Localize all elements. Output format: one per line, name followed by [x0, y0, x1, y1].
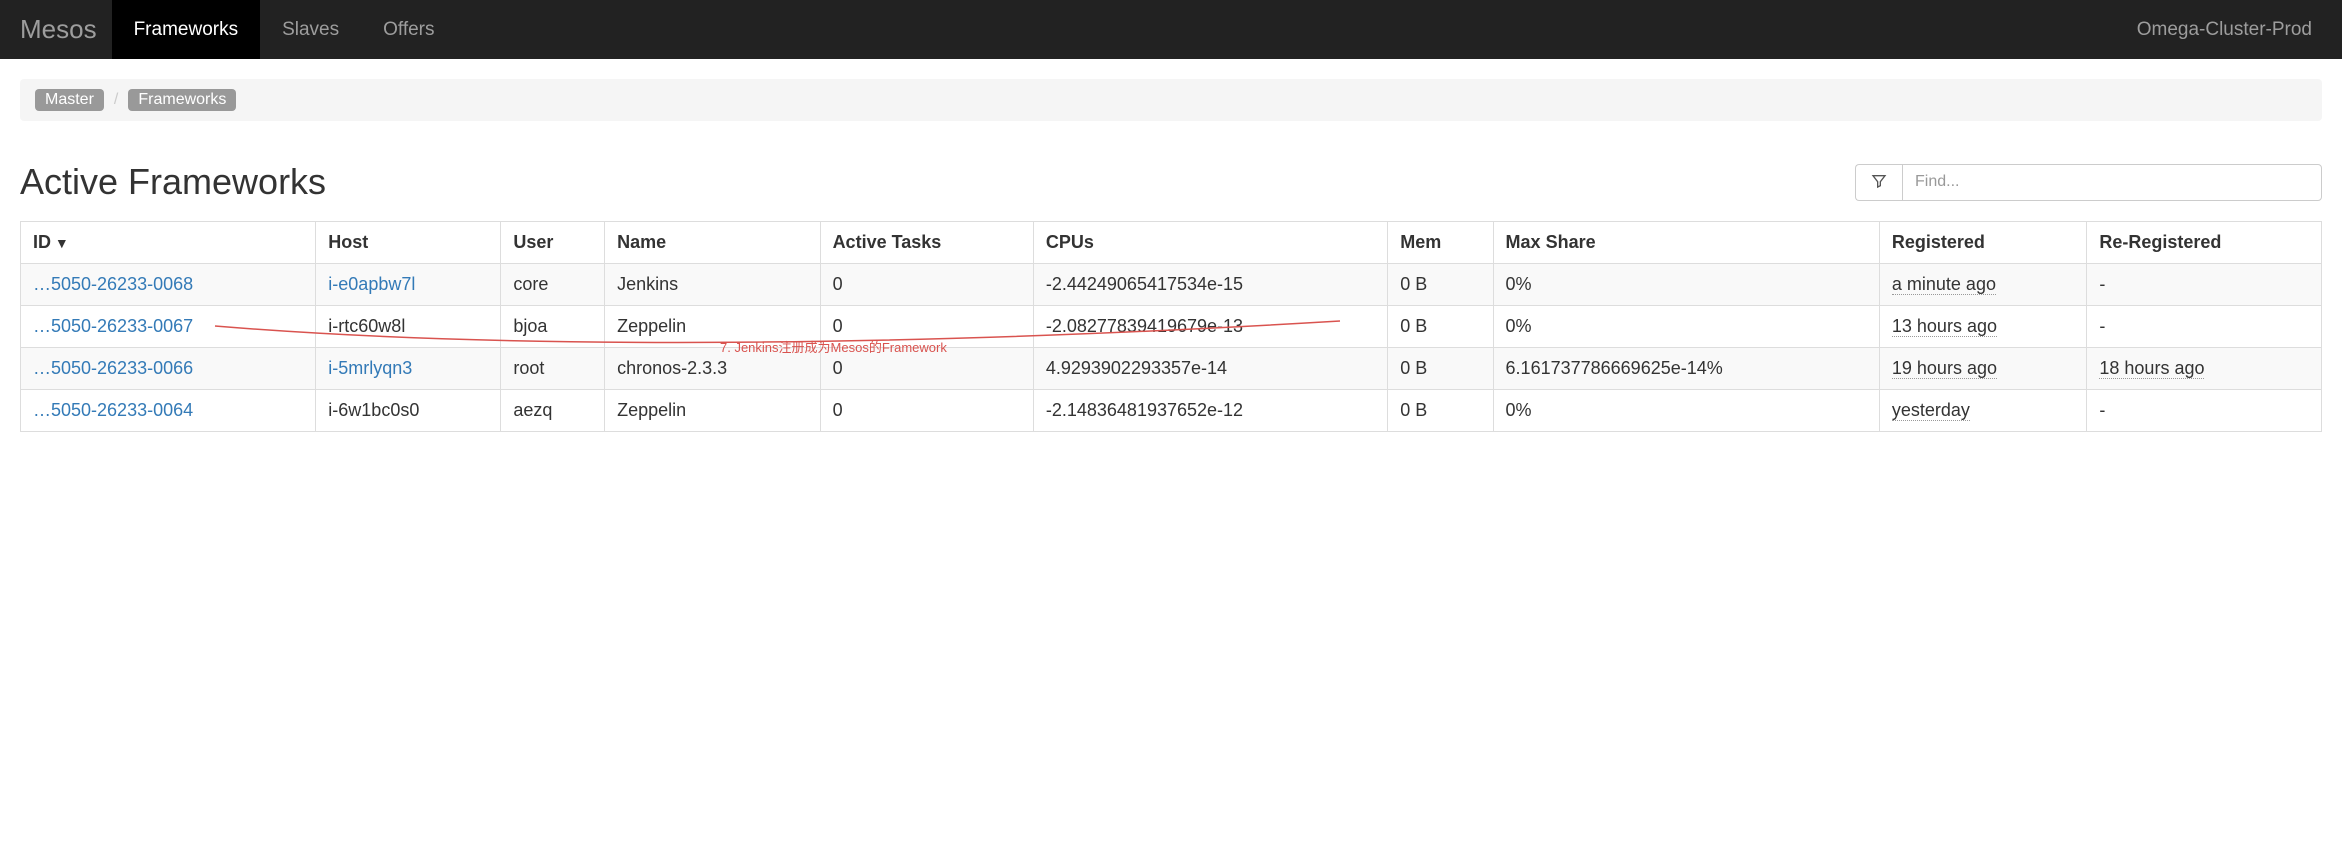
filter-button[interactable] — [1855, 164, 1902, 201]
col-registered[interactable]: Registered — [1879, 222, 2087, 264]
col-max-share[interactable]: Max Share — [1493, 222, 1879, 264]
nav-item-frameworks[interactable]: Frameworks — [112, 0, 261, 59]
brand-link[interactable]: Mesos — [20, 0, 112, 59]
host-text: i-rtc60w8l — [328, 316, 405, 336]
cell: i-6w1bc0s0 — [316, 390, 501, 432]
max-share-cell: 0% — [1493, 390, 1879, 432]
active-tasks-cell: 0 — [820, 264, 1033, 306]
nav-link[interactable]: Offers — [361, 0, 456, 59]
registered-time: 13 hours ago — [1892, 316, 1997, 337]
search-input[interactable] — [1902, 164, 2322, 201]
framework-id-link[interactable]: …5050-26233-0066 — [33, 358, 193, 378]
col-re-registered[interactable]: Re-Registered — [2087, 222, 2322, 264]
nav-link[interactable]: Frameworks — [112, 0, 261, 59]
frameworks-table: ID Host User Name Active Tasks CPUs Mem … — [20, 221, 2322, 432]
filter-icon — [1871, 173, 1887, 192]
cell: - — [2087, 264, 2322, 306]
name-cell: Zeppelin — [605, 390, 820, 432]
framework-id-link[interactable]: …5050-26233-0067 — [33, 316, 193, 336]
mem-cell: 0 B — [1388, 348, 1493, 390]
cell: …5050-26233-0066 — [21, 348, 316, 390]
active-tasks-cell: 0 — [820, 390, 1033, 432]
name-cell: Jenkins — [605, 264, 820, 306]
cell: 18 hours ago — [2087, 348, 2322, 390]
breadcrumb-separator: / — [114, 91, 118, 109]
mem-cell: 0 B — [1388, 264, 1493, 306]
table-header-row: ID Host User Name Active Tasks CPUs Mem … — [21, 222, 2322, 264]
user-cell: aezq — [501, 390, 605, 432]
nav-list: Frameworks Slaves Offers — [112, 0, 2127, 59]
col-mem[interactable]: Mem — [1388, 222, 1493, 264]
cpus-cell: -2.44249065417534e-15 — [1033, 264, 1387, 306]
re-registered-time: 18 hours ago — [2099, 358, 2204, 379]
cell: - — [2087, 306, 2322, 348]
cpus-cell: -2.14836481937652e-12 — [1033, 390, 1387, 432]
col-active-tasks[interactable]: Active Tasks — [820, 222, 1033, 264]
framework-id-link[interactable]: …5050-26233-0064 — [33, 400, 193, 420]
filter-group — [1855, 164, 2322, 201]
breadcrumb-master[interactable]: Master — [35, 89, 104, 111]
annotation-label: 7. Jenkins注册成为Mesos的Framework — [720, 337, 947, 356]
cell: i-e0apbw7l — [316, 264, 501, 306]
col-cpus[interactable]: CPUs — [1033, 222, 1387, 264]
table-row: …5050-26233-0066i-5mrlyqn3rootchronos-2.… — [21, 348, 2322, 390]
cell: a minute ago — [1879, 264, 2087, 306]
breadcrumb: Master / Frameworks — [20, 79, 2322, 121]
cluster-name: Omega-Cluster-Prod — [2127, 0, 2322, 59]
cell: i-rtc60w8l — [316, 306, 501, 348]
table-wrap: ID Host User Name Active Tasks CPUs Mem … — [20, 221, 2322, 432]
breadcrumb-container: Master / Frameworks — [0, 59, 2342, 121]
cell: - — [2087, 390, 2322, 432]
content-area: Active Frameworks ID Host User Name Acti… — [0, 121, 2342, 452]
host-link[interactable]: i-5mrlyqn3 — [328, 358, 412, 378]
page-title: Active Frameworks — [20, 161, 326, 203]
registered-time: yesterday — [1892, 400, 1970, 421]
user-cell: root — [501, 348, 605, 390]
cpus-cell: 4.9293902293357e-14 — [1033, 348, 1387, 390]
cell: …5050-26233-0067 — [21, 306, 316, 348]
col-host[interactable]: Host — [316, 222, 501, 264]
mem-cell: 0 B — [1388, 306, 1493, 348]
max-share-cell: 0% — [1493, 306, 1879, 348]
cell: …5050-26233-0064 — [21, 390, 316, 432]
max-share-cell: 6.161737786669625e-14% — [1493, 348, 1879, 390]
mem-cell: 0 B — [1388, 390, 1493, 432]
nav-link[interactable]: Slaves — [260, 0, 361, 59]
framework-id-link[interactable]: …5050-26233-0068 — [33, 274, 193, 294]
max-share-cell: 0% — [1493, 264, 1879, 306]
table-row: …5050-26233-0067i-rtc60w8lbjoaZeppelin0-… — [21, 306, 2322, 348]
user-cell: bjoa — [501, 306, 605, 348]
cell: i-5mrlyqn3 — [316, 348, 501, 390]
user-cell: core — [501, 264, 605, 306]
table-row: …5050-26233-0064i-6w1bc0s0aezqZeppelin0-… — [21, 390, 2322, 432]
cell: 19 hours ago — [1879, 348, 2087, 390]
host-link[interactable]: i-e0apbw7l — [328, 274, 415, 294]
cell: …5050-26233-0068 — [21, 264, 316, 306]
col-name[interactable]: Name — [605, 222, 820, 264]
host-text: i-6w1bc0s0 — [328, 400, 419, 420]
section-header: Active Frameworks — [20, 161, 2322, 203]
cell: 13 hours ago — [1879, 306, 2087, 348]
cpus-cell: -2.08277839419679e-13 — [1033, 306, 1387, 348]
col-user[interactable]: User — [501, 222, 605, 264]
breadcrumb-frameworks: Frameworks — [128, 89, 236, 111]
nav-item-slaves[interactable]: Slaves — [260, 0, 361, 59]
registered-time: a minute ago — [1892, 274, 1996, 295]
nav-item-offers[interactable]: Offers — [361, 0, 456, 59]
table-row: …5050-26233-0068 i-e0apbw7l coreJenkins0-2… — [21, 264, 2322, 306]
col-id[interactable]: ID — [21, 222, 316, 264]
main-navbar: Mesos Frameworks Slaves Offers Omega-Clu… — [0, 0, 2342, 59]
cell: yesterday — [1879, 390, 2087, 432]
registered-time: 19 hours ago — [1892, 358, 1997, 379]
